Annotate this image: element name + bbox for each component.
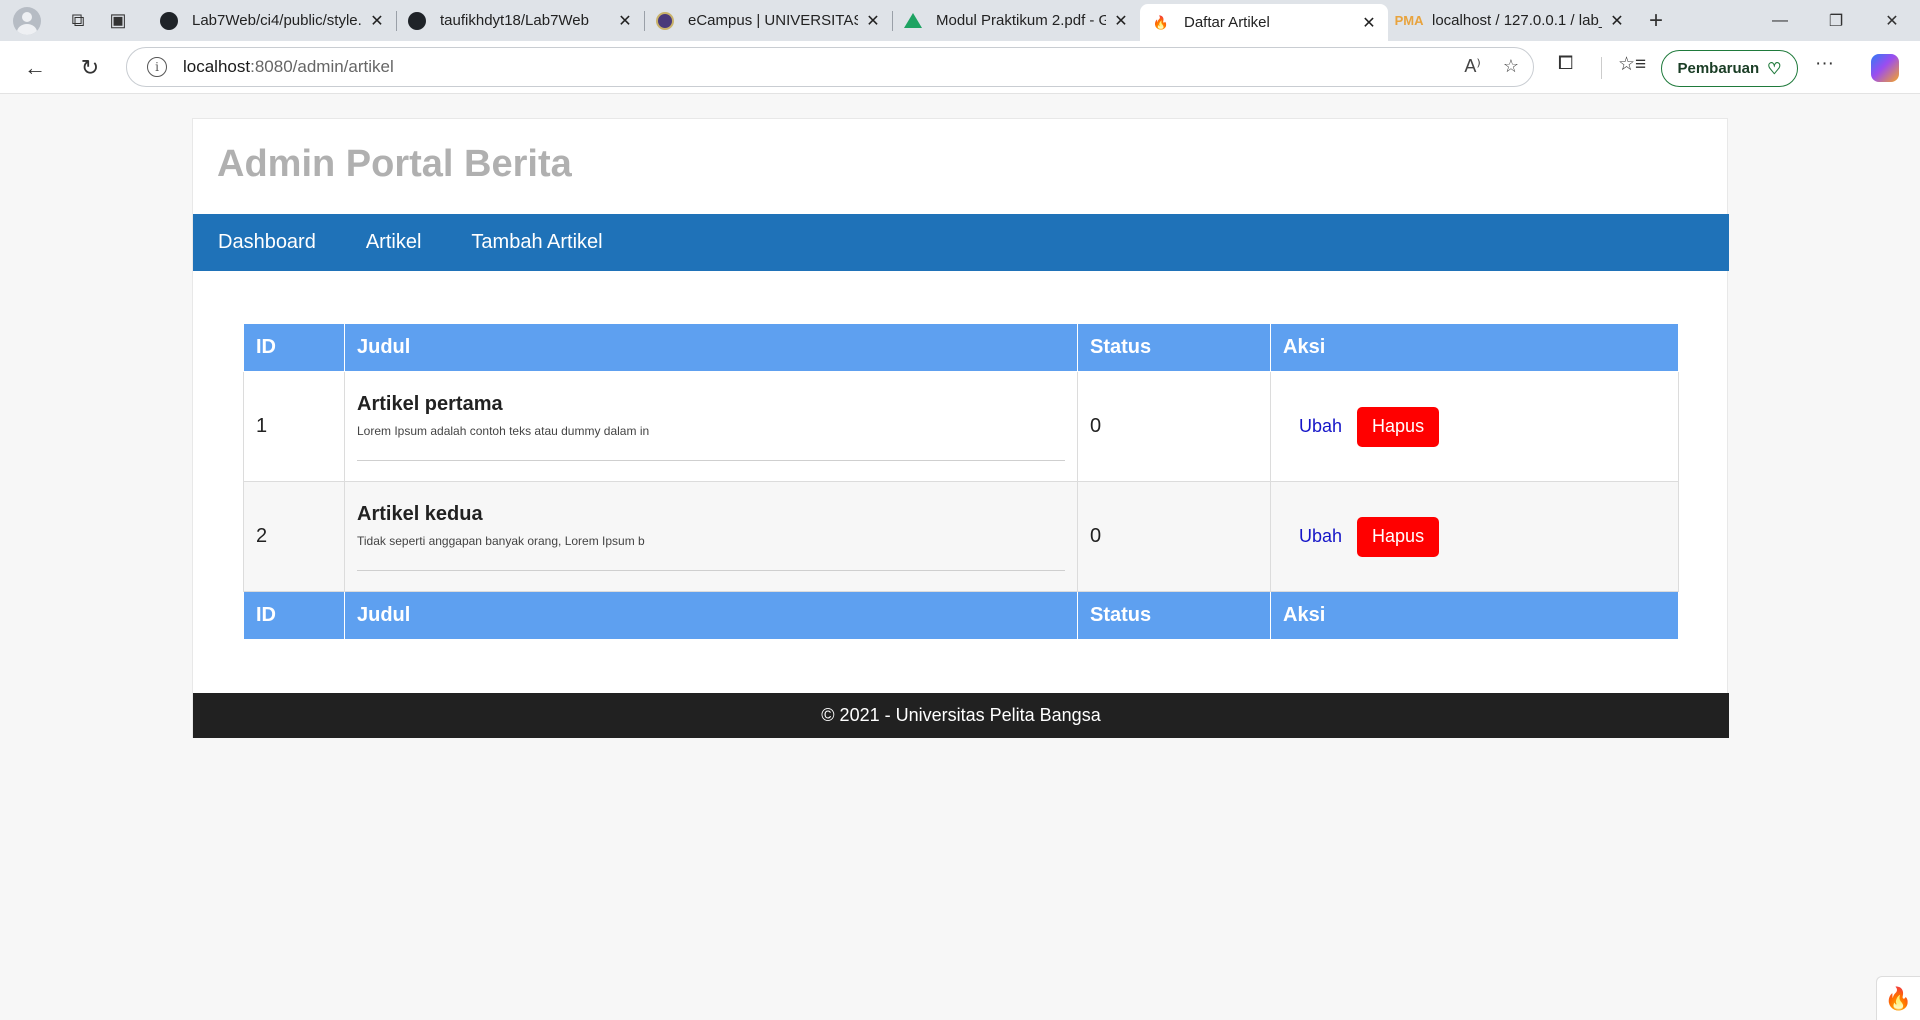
close-tab-icon[interactable]: ✕	[368, 11, 386, 31]
tab-title: Daftar Artikel	[1184, 14, 1270, 31]
table-header-row: ID Judul Status Aksi	[243, 323, 1679, 372]
site-title: Admin Portal Berita	[217, 143, 572, 185]
article-title: Artikel pertama	[357, 392, 503, 415]
favorite-star-icon[interactable]: ☆	[1503, 56, 1519, 77]
cell-aksi: Ubah Hapus	[1270, 481, 1679, 592]
browser-tab[interactable]: Lab7Web/ci4/public/style. ✕	[148, 0, 396, 41]
header-id: ID	[243, 323, 345, 372]
close-tab-icon[interactable]: ✕	[1112, 11, 1130, 31]
tab-title: taufikhdyt18/Lab7Web	[440, 12, 589, 29]
page-viewport: Admin Portal Berita Dashboard Artikel Ta…	[0, 94, 1920, 1020]
cell-judul: Artikel kedua Tidak seperti anggapan ban…	[344, 481, 1078, 592]
update-button-label: Pembaruan	[1677, 60, 1760, 77]
toolbar-divider	[1601, 57, 1602, 79]
table-row: 1 Artikel pertama Lorem Ipsum adalah con…	[243, 371, 1679, 482]
cell-status: 0	[1077, 371, 1271, 482]
workspaces-icon[interactable]: ⧉	[58, 0, 98, 41]
address-toolbar: ← ↻ i localhost:8080/admin/artikel A⁾ ☆ …	[0, 41, 1920, 94]
cell-id: 2	[243, 481, 345, 592]
edit-link[interactable]: Ubah	[1299, 518, 1342, 555]
url-text[interactable]: localhost:8080/admin/artikel	[183, 57, 394, 77]
google-drive-icon	[904, 12, 922, 30]
favorites-list-icon[interactable]: ☆≡	[1618, 53, 1646, 76]
browser-tab[interactable]: Modul Praktikum 2.pdf - G ✕	[892, 0, 1140, 41]
tab-title: eCampus | UNIVERSITAS P	[688, 12, 858, 29]
header-aksi: Aksi	[1270, 323, 1679, 372]
table-footer-row: ID Judul Status Aksi	[243, 591, 1679, 640]
delete-button[interactable]: Hapus	[1357, 406, 1440, 447]
browser-tab[interactable]: eCampus | UNIVERSITAS P ✕	[644, 0, 892, 41]
more-options-icon[interactable]: ···	[1815, 53, 1834, 75]
github-icon	[160, 11, 178, 30]
minimize-icon[interactable]: —	[1752, 0, 1808, 41]
github-icon	[408, 11, 426, 30]
nav-artikel[interactable]: Artikel	[366, 231, 422, 254]
cell-status: 0	[1077, 481, 1271, 592]
header-status: Status	[1077, 323, 1271, 372]
browser-tab[interactable]: taufikhdyt18/Lab7Web ✕	[396, 0, 644, 41]
tab-title: localhost / 127.0.0.1 / lab_	[1432, 12, 1602, 29]
tab-title: Modul Praktikum 2.pdf - G	[936, 12, 1106, 29]
codeigniter-debug-toolbar-icon[interactable]: 🔥	[1876, 976, 1920, 1020]
article-excerpt: Lorem Ipsum adalah contoh teks atau dumm…	[357, 424, 1065, 461]
read-aloud-icon[interactable]: A⁾	[1464, 56, 1480, 77]
close-tab-icon[interactable]: ✕	[864, 11, 882, 31]
nav-tambah-artikel[interactable]: Tambah Artikel	[471, 231, 602, 254]
cell-judul: Artikel pertama Lorem Ipsum adalah conto…	[344, 371, 1078, 482]
back-arrow-icon[interactable]: ←	[20, 53, 50, 83]
browser-tab[interactable]: PMA localhost / 127.0.0.1 / lab_ ✕	[1388, 0, 1636, 41]
cell-aksi: Ubah Hapus	[1270, 371, 1679, 482]
copilot-icon[interactable]	[1871, 54, 1899, 82]
edit-link[interactable]: Ubah	[1299, 408, 1342, 445]
new-tab-icon[interactable]: +	[1636, 0, 1676, 41]
artikel-table: ID Judul Status Aksi 1 Artikel pertama L…	[243, 323, 1679, 640]
reload-icon[interactable]: ↻	[75, 53, 105, 83]
address-bar[interactable]: i localhost:8080/admin/artikel A⁾ ☆	[126, 47, 1534, 87]
window-controls: — ❐ ✕	[1752, 0, 1920, 41]
table-row: 2 Artikel kedua Tidak seperti anggapan b…	[243, 481, 1679, 592]
nav-dashboard[interactable]: Dashboard	[218, 231, 316, 254]
close-tab-icon[interactable]: ✕	[616, 11, 634, 31]
restore-icon[interactable]: ❐	[1808, 0, 1864, 41]
close-tab-icon[interactable]: ✕	[1608, 11, 1626, 31]
main-nav: Dashboard Artikel Tambah Artikel	[193, 214, 1729, 271]
site-info-icon[interactable]: i	[147, 57, 167, 77]
browser-health-icon: ♡	[1767, 60, 1782, 78]
tab-strip: Lab7Web/ci4/public/style. ✕ taufikhdyt18…	[148, 0, 1636, 41]
tab-title: Lab7Web/ci4/public/style.	[192, 12, 362, 29]
footer-header-aksi: Aksi	[1270, 591, 1679, 640]
profile-avatar-icon[interactable]	[13, 6, 41, 35]
close-window-icon[interactable]: ✕	[1864, 0, 1920, 41]
cell-id: 1	[243, 371, 345, 482]
header-judul: Judul	[344, 323, 1078, 372]
codeigniter-flame-icon: 🔥	[1152, 14, 1170, 30]
close-tab-icon[interactable]: ✕	[1360, 13, 1378, 33]
phpmyadmin-icon: PMA	[1394, 13, 1424, 28]
update-button[interactable]: Pembaruan ♡	[1661, 50, 1798, 87]
admin-container: Admin Portal Berita Dashboard Artikel Ta…	[192, 118, 1729, 738]
delete-button[interactable]: Hapus	[1357, 516, 1440, 557]
tab-actions-icon[interactable]: ▣	[98, 0, 138, 41]
footer-header-judul: Judul	[344, 591, 1078, 640]
footer-header-status: Status	[1077, 591, 1271, 640]
footer-header-id: ID	[243, 591, 345, 640]
browser-tab-bar: ⧉ ▣ Lab7Web/ci4/public/style. ✕ taufikhd…	[0, 0, 1920, 41]
extensions-puzzle-icon[interactable]: ⧠	[1558, 53, 1573, 75]
site-footer: © 2021 - Universitas Pelita Bangsa	[193, 693, 1729, 738]
article-title: Artikel kedua	[357, 502, 483, 525]
university-icon	[656, 11, 674, 30]
browser-tab-active[interactable]: 🔥 Daftar Artikel ✕	[1140, 4, 1388, 41]
article-excerpt: Tidak seperti anggapan banyak orang, Lor…	[357, 534, 1065, 571]
